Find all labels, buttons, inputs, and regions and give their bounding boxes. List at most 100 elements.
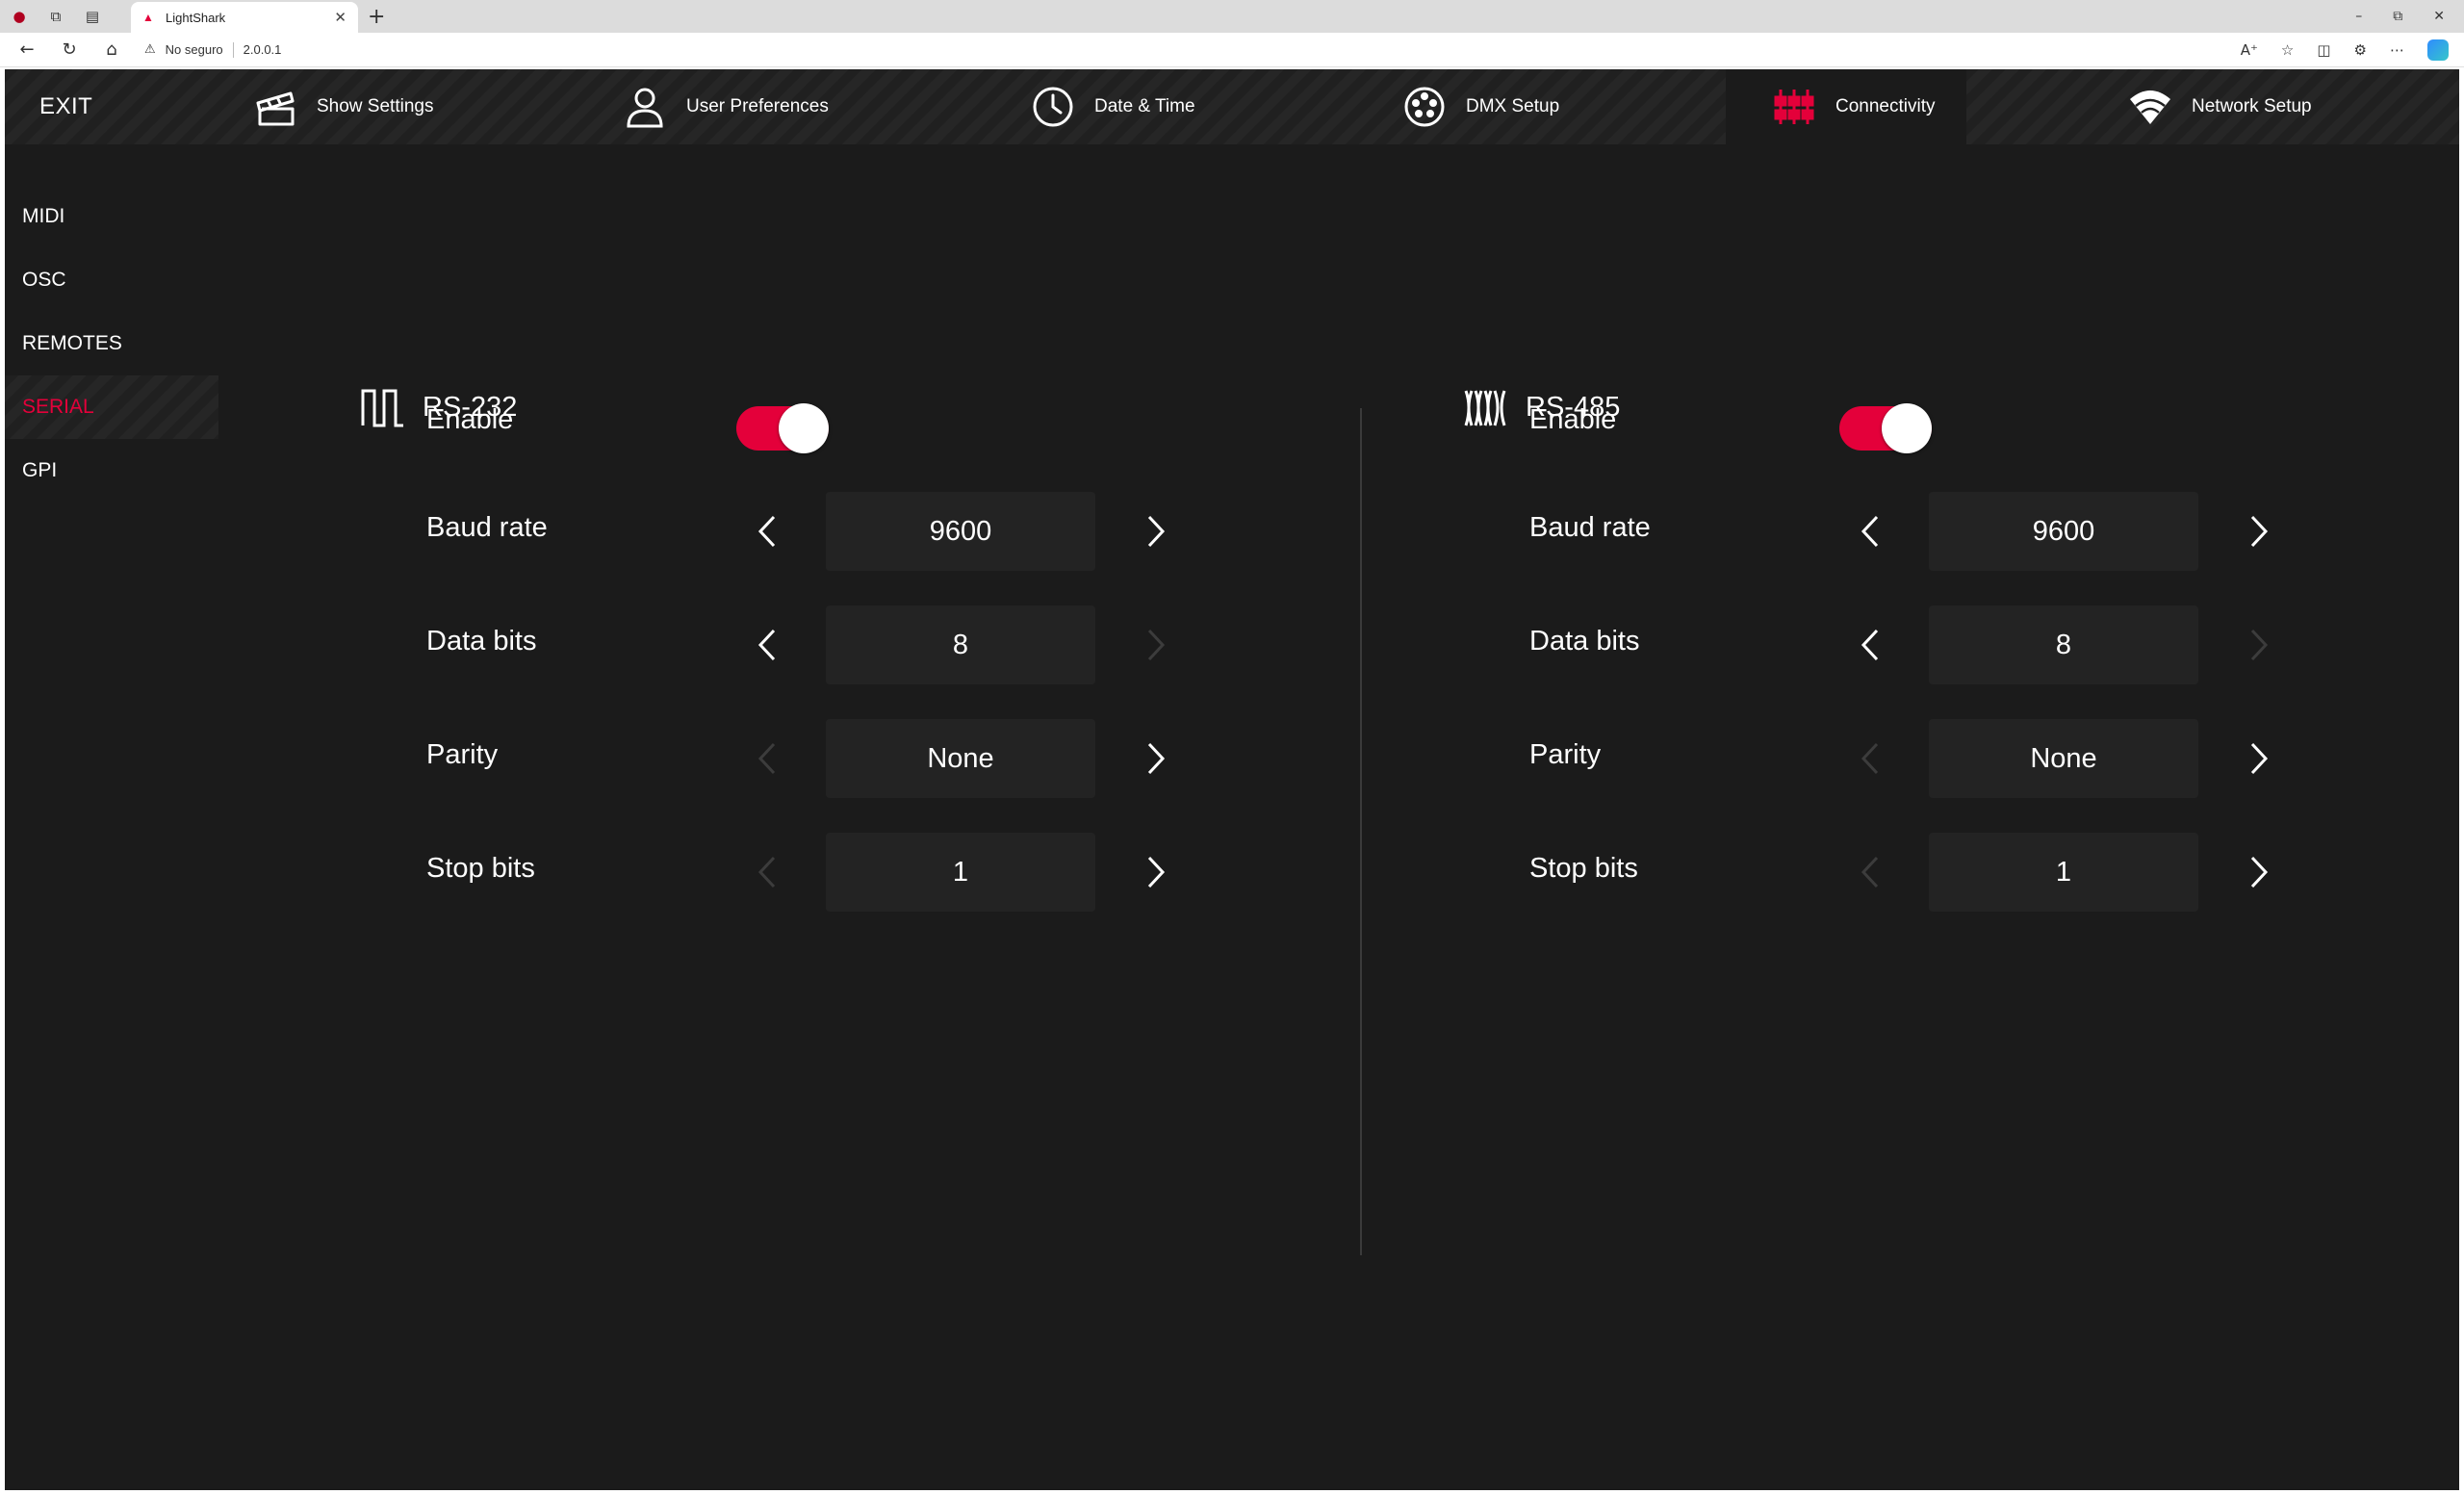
reload-icon[interactable]: ↻	[48, 33, 90, 67]
browser-tab-title: LightShark	[166, 10, 226, 25]
close-window-icon[interactable]: ✕	[2433, 9, 2445, 24]
menu-label: Network Setup	[2192, 96, 2312, 116]
rs485-baud-prev-button[interactable]	[1851, 507, 1889, 555]
menu-label: Connectivity	[1835, 96, 1936, 116]
exit-button[interactable]: EXIT	[39, 69, 92, 144]
toggle-knob	[1882, 403, 1932, 453]
chevron-right-icon	[2250, 856, 2269, 889]
rs232-baud-value: 9600	[826, 492, 1095, 571]
sidebar-item-serial[interactable]: SERIAL	[5, 375, 218, 439]
rs485-baud-value: 9600	[1929, 492, 2198, 571]
menu-dmx-setup[interactable]: DMX Setup	[1402, 69, 1559, 144]
rs232-stopbits-next-button[interactable]	[1137, 848, 1175, 896]
rs232-parity-next-button[interactable]	[1137, 734, 1175, 783]
extensions-icon[interactable]: ⚙	[2354, 41, 2367, 59]
rs485-parity-next-button[interactable]	[2240, 734, 2278, 783]
rs485-enable-toggle[interactable]	[1839, 403, 1932, 453]
chevron-left-icon	[1861, 515, 1879, 548]
panel-divider	[1360, 408, 1362, 1255]
menu-label: User Preferences	[686, 96, 829, 116]
show-settings-icon	[253, 85, 297, 129]
chevron-left-icon	[757, 629, 776, 661]
parity-label: Parity	[426, 739, 499, 770]
warning-icon[interactable]: ⚠	[144, 42, 156, 57]
minimize-icon[interactable]: –	[2355, 9, 2362, 24]
menu-network-setup[interactable]: Network Setup	[2128, 69, 2312, 144]
rs485-stopbits-next-button[interactable]	[2240, 848, 2278, 896]
close-tab-icon[interactable]: ✕	[334, 9, 346, 26]
lightshark-app: EXIT Show Settings User Preferences Date…	[5, 69, 2459, 1490]
menu-date-time[interactable]: Date & Time	[1031, 69, 1195, 144]
data-bits-label: Data bits	[426, 626, 537, 657]
rs485-parity-value: None	[1929, 719, 2198, 798]
security-label[interactable]: No seguro	[166, 42, 223, 57]
top-menu-bar: EXIT Show Settings User Preferences Date…	[5, 69, 2459, 144]
rs232-parity-value: None	[826, 719, 1095, 798]
enable-label: Enable	[1529, 404, 1617, 435]
read-aloud-icon[interactable]: A⁺	[2241, 41, 2258, 59]
chevron-right-icon	[1147, 856, 1166, 889]
rs485-baud-next-button[interactable]	[2240, 507, 2278, 555]
workspaces-icon[interactable]: ⧉	[46, 7, 65, 26]
rs232-databits-value: 8	[826, 605, 1095, 684]
chevron-left-icon	[1861, 742, 1879, 775]
new-tab-icon[interactable]: +	[368, 5, 385, 29]
chevron-right-icon	[1147, 629, 1166, 661]
menu-user-preferences[interactable]: User Preferences	[623, 69, 829, 144]
connectivity-icon	[1772, 85, 1816, 129]
rs485-stopbits-prev-button[interactable]	[1851, 848, 1889, 896]
sidebar-item-osc[interactable]: OSC	[5, 248, 218, 312]
sidebar: MIDI OSC REMOTES SERIAL GPI	[5, 185, 218, 502]
window-controls: – ⧉ ✕	[2355, 0, 2456, 33]
data-bits-label: Data bits	[1529, 626, 1640, 657]
sidebar-item-midi[interactable]: MIDI	[5, 185, 218, 248]
back-icon[interactable]: ←	[6, 33, 48, 67]
rs232-stopbits-value: 1	[826, 833, 1095, 912]
tab-actions-icon[interactable]: ▤	[83, 7, 102, 26]
sidebar-item-gpi[interactable]: GPI	[5, 439, 218, 502]
chevron-right-icon	[1147, 742, 1166, 775]
chevron-left-icon	[757, 515, 776, 548]
menu-connectivity[interactable]: Connectivity	[1726, 69, 1966, 144]
url-text[interactable]: 2.0.0.1	[244, 42, 282, 57]
browser-tab-lightshark[interactable]: ▲ LightShark ✕	[131, 2, 358, 33]
more-menu-icon[interactable]: ⋯	[2390, 41, 2404, 59]
baud-rate-label: Baud rate	[426, 512, 548, 543]
stop-bits-label: Stop bits	[1529, 853, 1638, 884]
restore-icon[interactable]: ⧉	[2393, 9, 2402, 24]
rs485-parity-prev-button[interactable]	[1851, 734, 1889, 783]
rs232-baud-prev-button[interactable]	[748, 507, 786, 555]
rs232-baud-next-button[interactable]	[1137, 507, 1175, 555]
chevron-right-icon	[1147, 515, 1166, 548]
lightshark-favicon-icon: ▲	[142, 11, 154, 24]
menu-label: Show Settings	[317, 96, 434, 116]
rs485-databits-value: 8	[1929, 605, 2198, 684]
clock-icon	[1031, 85, 1075, 129]
chevron-right-icon	[2250, 515, 2269, 548]
copilot-icon[interactable]	[2427, 39, 2449, 61]
square-wave-icon	[361, 389, 403, 427]
dmx-connector-icon	[1402, 85, 1447, 129]
rs232-databits-next-button[interactable]	[1137, 621, 1175, 669]
rs232-stopbits-prev-button[interactable]	[748, 848, 786, 896]
profile-icon[interactable]: ●	[10, 7, 29, 26]
rs485-databits-next-button[interactable]	[2240, 621, 2278, 669]
split-screen-icon[interactable]: ◫	[2317, 41, 2330, 59]
user-icon	[623, 85, 667, 129]
home-icon[interactable]: ⌂	[90, 33, 133, 67]
chevron-left-icon	[1861, 629, 1879, 661]
url-separator	[232, 41, 234, 58]
favorite-star-icon[interactable]: ☆	[2281, 41, 2294, 59]
rs232-parity-prev-button[interactable]	[748, 734, 786, 783]
menu-label: DMX Setup	[1466, 96, 1560, 116]
url-field[interactable]: ⚠ No seguro 2.0.0.1	[144, 41, 282, 58]
rs232-databits-prev-button[interactable]	[748, 621, 786, 669]
differential-wave-icon	[1464, 390, 1506, 426]
rs232-enable-toggle[interactable]	[736, 403, 829, 453]
chevron-left-icon	[1861, 856, 1879, 889]
chevron-left-icon	[757, 856, 776, 889]
menu-show-settings[interactable]: Show Settings	[253, 69, 433, 144]
rs485-databits-prev-button[interactable]	[1851, 621, 1889, 669]
sidebar-item-remotes[interactable]: REMOTES	[5, 312, 218, 375]
rs485-stopbits-value: 1	[1929, 833, 2198, 912]
